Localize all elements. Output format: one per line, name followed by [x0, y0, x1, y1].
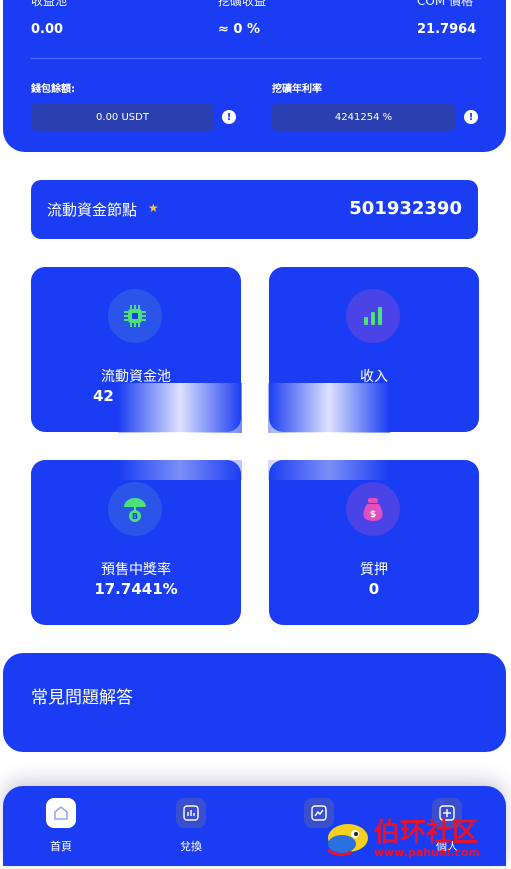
- watermark-url: www.pahuai.com: [374, 846, 480, 859]
- card-label: 預售中獎率: [101, 562, 171, 578]
- tab-home[interactable]: 首頁: [31, 798, 91, 854]
- stat-mining-value: ≈ 0 %: [218, 22, 261, 37]
- node-title: 流動資金節點: [47, 201, 138, 219]
- svg-text:$: $: [370, 510, 376, 520]
- watermark-logo-icon: [327, 824, 368, 857]
- blur-overlay: [268, 383, 390, 433]
- mining-rate-field: 4241254 %: [272, 103, 455, 131]
- mining-rate-label: 挖礦年利率: [272, 84, 322, 95]
- stat-pool-value: 0.00: [31, 22, 64, 37]
- top-summary-panel: 收益池 0.00 挖礦收益 ≈ 0 % COM 價格 21.7964 錢包餘額:…: [3, 0, 506, 152]
- blur-overlay: [118, 383, 242, 433]
- wallet-balance-label: 錢包餘額:: [31, 84, 75, 95]
- tab-label: 首頁: [50, 840, 72, 853]
- card-value: 0: [368, 580, 380, 598]
- card-value: 17.7441%: [94, 580, 178, 598]
- stat-mining-label: 挖礦收益: [218, 0, 267, 8]
- money-bag-icon: $: [346, 482, 400, 536]
- chip-icon: [108, 289, 162, 343]
- stat-price-label: COM 價格: [417, 0, 473, 8]
- stat-pool-label: 收益池: [31, 0, 68, 8]
- watermark-text: 伯环社区: [374, 818, 479, 848]
- faq-title: 常見問題解答: [31, 688, 133, 708]
- stat-price-value: 21.7964: [417, 22, 477, 37]
- umbrella-coin-icon: B: [108, 482, 162, 536]
- home-icon: [46, 798, 76, 828]
- wallet-info-icon[interactable]: !: [222, 110, 236, 124]
- faq-section[interactable]: 常見問題解答: [3, 653, 506, 752]
- blur-overlay: [268, 460, 390, 480]
- card-staking[interactable]: $ 質押 0: [269, 460, 479, 625]
- chart-icon: [176, 798, 206, 828]
- liquidity-node-bar[interactable]: 流動資金節點 ★ 501932390: [31, 180, 478, 239]
- card-presale-win-rate[interactable]: B 預售中獎率 17.7441%: [31, 460, 241, 625]
- watermark: 伯环社区 www.pahuai.com: [322, 812, 508, 864]
- bar-chart-icon: [346, 289, 400, 343]
- node-value: 501932390: [349, 198, 462, 219]
- wallet-balance-field: 0.00 USDT: [31, 103, 214, 131]
- star-icon: ★: [148, 201, 159, 215]
- blur-overlay: [118, 460, 242, 480]
- tab-label: 兌換: [180, 840, 202, 853]
- svg-text:B: B: [132, 512, 138, 521]
- divider: [31, 58, 481, 59]
- mining-rate-info-icon[interactable]: !: [464, 110, 478, 124]
- card-label: 質押: [360, 562, 388, 578]
- tab-exchange[interactable]: 兌換: [161, 798, 221, 854]
